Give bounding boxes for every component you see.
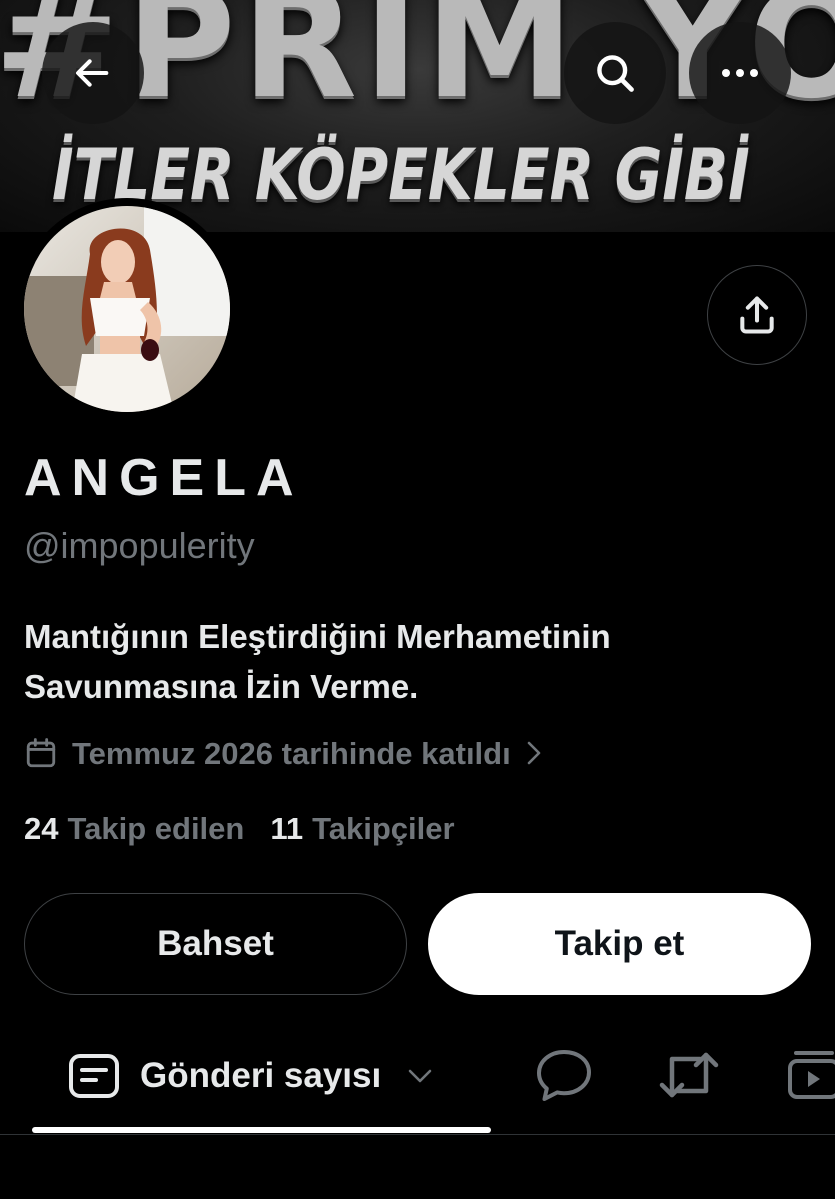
more-options-button[interactable] bbox=[689, 22, 791, 124]
search-icon bbox=[597, 55, 634, 92]
avatar[interactable] bbox=[16, 198, 238, 420]
search-button[interactable] bbox=[564, 22, 666, 124]
bio-line-2: Savunmasına İzin Verme. bbox=[24, 668, 419, 705]
doc-icon bbox=[68, 1053, 120, 1099]
share-icon bbox=[740, 296, 774, 334]
follow-button[interactable]: Takip et bbox=[428, 893, 811, 995]
tab-media[interactable] bbox=[786, 1047, 835, 1103]
follow-stats: 24 Takip edilen 11 Takipçiler bbox=[24, 813, 455, 844]
arrow-left-icon bbox=[76, 59, 109, 87]
calendar-icon bbox=[24, 736, 58, 770]
followers-label[interactable]: Takipçiler bbox=[312, 813, 454, 844]
joined-date[interactable]: Temmuz 2026 tarihinde katıldı bbox=[24, 736, 543, 770]
share-button[interactable] bbox=[707, 265, 807, 365]
user-handle: @impopulerity bbox=[24, 525, 255, 566]
tab-posts-label: Gönderi sayısı bbox=[140, 1056, 382, 1095]
banner-text-line2: İTLER KÖPEKLER GİBİ bbox=[52, 134, 750, 216]
followers-count[interactable]: 11 bbox=[270, 813, 303, 844]
bio: Mantığının Eleştirdiğini Merhametinin Sa… bbox=[24, 612, 814, 712]
reply-icon bbox=[537, 1050, 591, 1101]
profile-tabs: Gönderi sayısı bbox=[0, 1035, 835, 1135]
active-tab-indicator bbox=[32, 1127, 491, 1133]
display-name: ANGELA bbox=[24, 449, 304, 507]
bio-line-1: Mantığının Eleştirdiğini Merhametinin bbox=[24, 618, 611, 655]
chevron-down-icon[interactable] bbox=[407, 1068, 433, 1084]
tab-reposts[interactable] bbox=[658, 1047, 720, 1103]
tab-replies[interactable] bbox=[535, 1047, 593, 1103]
following-count[interactable]: 24 bbox=[24, 813, 58, 844]
chevron-right-icon bbox=[525, 739, 543, 767]
repost-icon bbox=[659, 1052, 719, 1098]
back-button[interactable] bbox=[42, 22, 144, 124]
mention-button[interactable]: Bahset bbox=[24, 893, 407, 995]
media-icon bbox=[788, 1051, 835, 1099]
following-label[interactable]: Takip edilen bbox=[67, 813, 244, 844]
more-horizontal-icon bbox=[722, 69, 758, 77]
avatar-photo bbox=[24, 206, 230, 412]
tab-posts[interactable]: Gönderi sayısı bbox=[68, 1053, 433, 1099]
tab-divider bbox=[0, 1134, 835, 1135]
joined-text: Temmuz 2026 tarihinde katıldı bbox=[72, 735, 511, 771]
